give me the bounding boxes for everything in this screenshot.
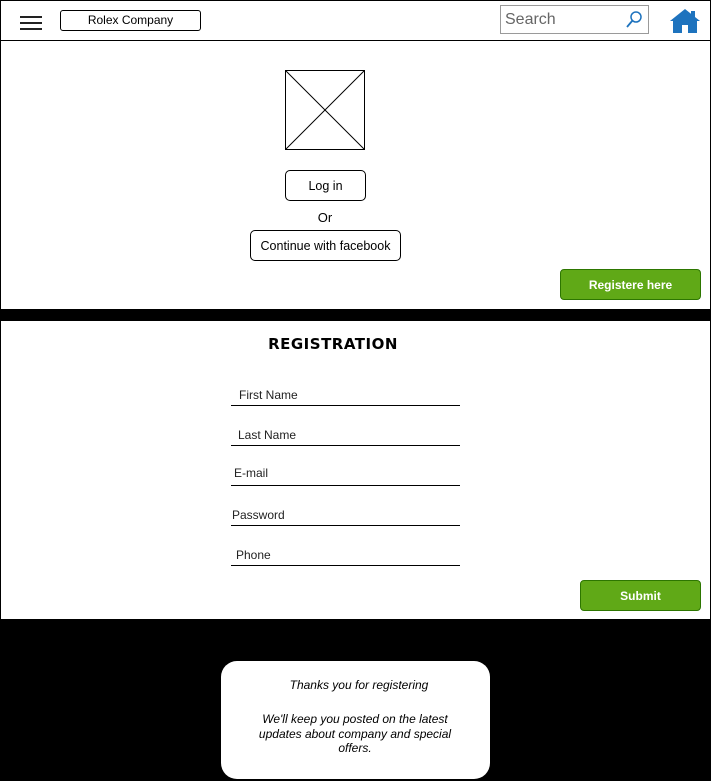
submit-button[interactable]: Submit — [580, 580, 701, 611]
search-icon[interactable] — [624, 10, 644, 30]
email-field[interactable] — [231, 460, 460, 486]
thank-you-card: Thanks you for registering We'll keep yo… — [221, 661, 490, 779]
last-name-field[interactable] — [231, 424, 460, 446]
updates-message: We'll keep you posted on the latest upda… — [258, 712, 452, 755]
header-divider — [1, 40, 710, 41]
search-box[interactable] — [500, 5, 649, 34]
or-separator: Or — [317, 210, 333, 225]
search-input[interactable] — [505, 10, 623, 30]
login-button[interactable]: Log in — [285, 170, 366, 201]
login-panel: Rolex Company Log in Or Continue with fa… — [1, 1, 710, 309]
registration-panel: REGISTRATION Submit — [1, 321, 710, 619]
home-icon[interactable] — [669, 8, 701, 34]
register-here-button[interactable]: Registere here — [560, 269, 701, 300]
first-name-field[interactable] — [231, 384, 460, 406]
password-field[interactable] — [231, 504, 460, 526]
logo-image-placeholder — [285, 70, 365, 150]
brand-label: Rolex Company — [60, 10, 201, 31]
continue-with-facebook-button[interactable]: Continue with facebook — [250, 230, 401, 261]
menu-icon[interactable] — [20, 14, 42, 32]
phone-field[interactable] — [231, 544, 460, 566]
thank-you-message: Thanks you for registering — [289, 678, 429, 692]
registration-title: REGISTRATION — [268, 335, 398, 353]
